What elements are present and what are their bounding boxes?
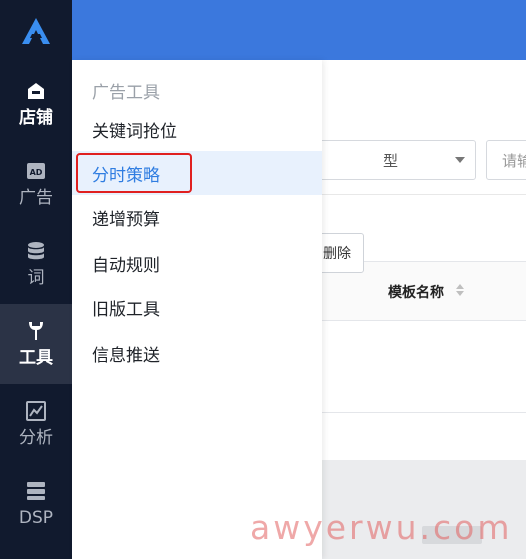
nav-label-keywords: 词 bbox=[27, 268, 45, 288]
type-select-value: 型 bbox=[383, 152, 399, 170]
logo-icon bbox=[22, 18, 50, 44]
type-select[interactable]: 型 bbox=[298, 140, 476, 180]
nav-label-store: 店铺 bbox=[19, 108, 53, 128]
tools-flyout-menu: 广告工具 关键词抢位 分时策略 递增预算 自动规则 旧版工具 信息推送 bbox=[72, 60, 322, 559]
chevron-down-icon bbox=[455, 157, 465, 163]
database-icon bbox=[25, 240, 47, 262]
nav-label-tools: 工具 bbox=[19, 348, 53, 368]
nav-label-dsp: DSP bbox=[18, 508, 54, 528]
nav-item-dsp[interactable]: DSP bbox=[0, 464, 72, 544]
flyout-group-title: 广告工具 bbox=[92, 83, 160, 103]
menu-item-auto-rules[interactable]: 自动规则 bbox=[72, 241, 322, 285]
highlight-box bbox=[76, 153, 192, 193]
search-input[interactable]: 请输 bbox=[486, 140, 526, 180]
menu-item-keyword-bidding[interactable]: 关键词抢位 bbox=[72, 107, 322, 151]
nav-item-ads[interactable]: AD 广告 bbox=[0, 144, 72, 224]
nav-item-store[interactable]: 店铺 bbox=[0, 64, 72, 144]
app-logo[interactable] bbox=[0, 0, 72, 62]
nav-item-tools[interactable]: 工具 bbox=[0, 304, 72, 384]
server-icon bbox=[25, 480, 47, 502]
menu-item-notifications[interactable]: 信息推送 bbox=[72, 331, 322, 375]
menu-item-dayparting[interactable]: 分时策略 bbox=[72, 151, 322, 195]
wrench-icon bbox=[25, 320, 47, 342]
column-header-template-name[interactable]: 模板名称 bbox=[388, 282, 444, 302]
sort-icon[interactable] bbox=[456, 284, 464, 296]
nav-label-analytics: 分析 bbox=[19, 428, 53, 448]
nav-label-ads: 广告 bbox=[19, 188, 53, 208]
ad-icon: AD bbox=[25, 160, 47, 182]
side-navigation: 店铺 AD 广告 词 工具 分析 DSP bbox=[0, 0, 72, 559]
nav-item-analytics[interactable]: 分析 bbox=[0, 384, 72, 464]
menu-item-budget-increase[interactable]: 递增预算 bbox=[72, 195, 322, 239]
watermark-text: awyerwu.com bbox=[250, 508, 513, 547]
top-header-bar bbox=[72, 0, 526, 60]
nav-item-keywords[interactable]: 词 bbox=[0, 224, 72, 304]
svg-text:AD: AD bbox=[30, 168, 43, 177]
store-icon bbox=[25, 80, 47, 102]
search-input-placeholder: 请输 bbox=[502, 152, 526, 170]
menu-item-legacy-tools[interactable]: 旧版工具 bbox=[72, 285, 322, 329]
chart-icon bbox=[25, 400, 47, 422]
